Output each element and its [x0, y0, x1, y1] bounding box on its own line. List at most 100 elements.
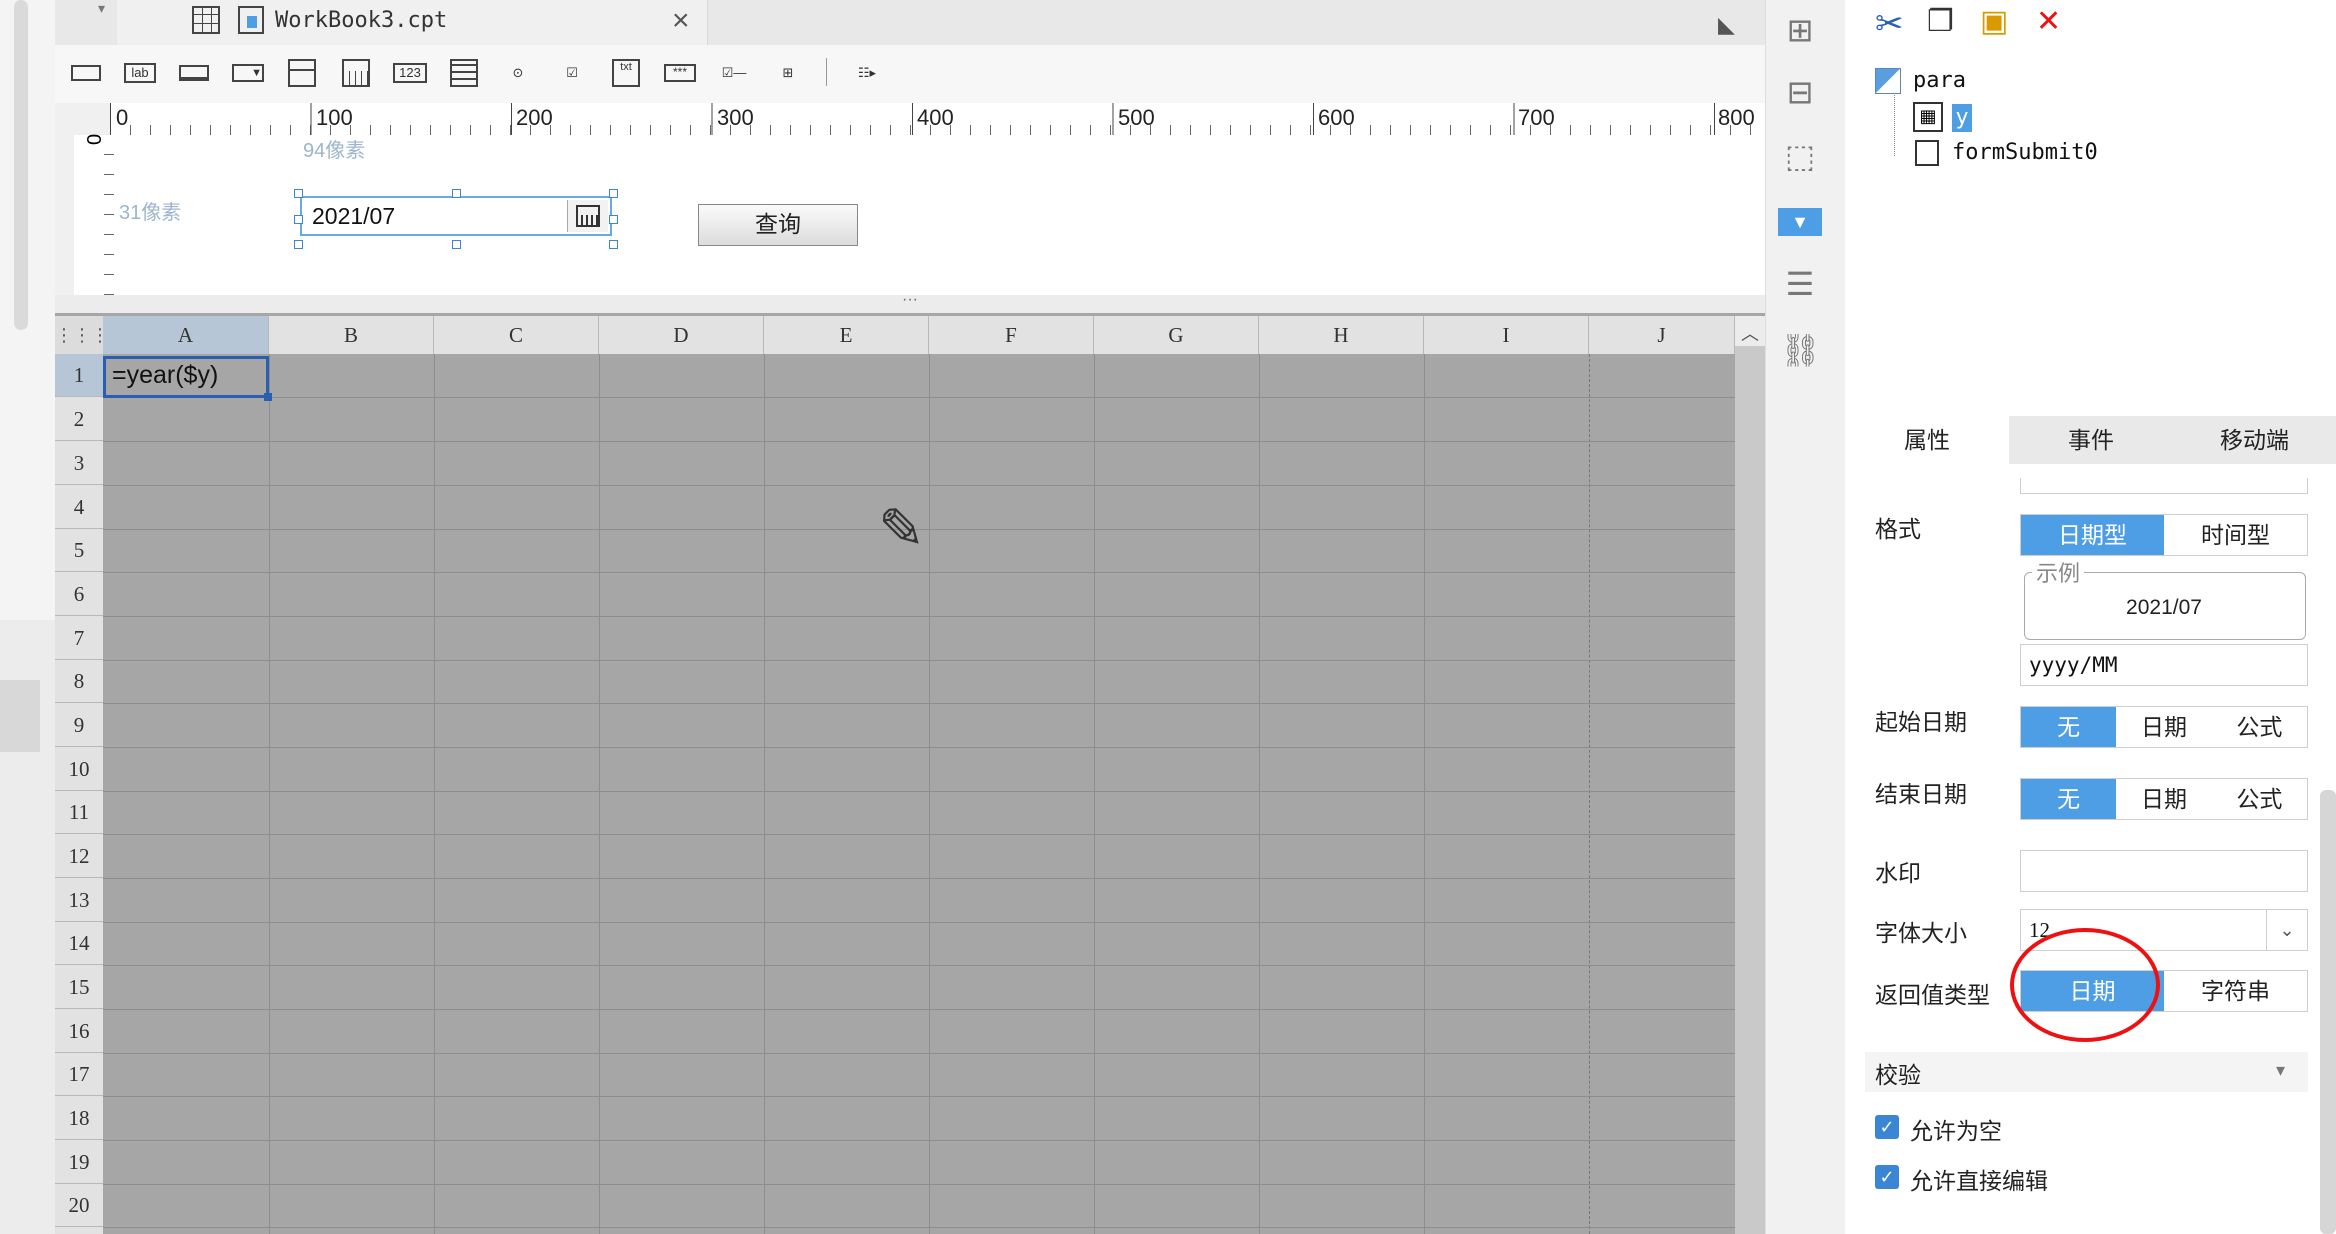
widget-properties-icon[interactable]: ▼ — [1778, 208, 1822, 236]
start-option-date[interactable]: 日期 — [2116, 707, 2211, 747]
chevron-down-icon[interactable]: ⌄ — [2266, 910, 2307, 950]
collapse-icon[interactable]: ▾ — [2276, 1060, 2285, 1081]
delete-icon[interactable]: ✕ — [2036, 4, 2061, 39]
row-header-cell[interactable]: 13 — [55, 878, 103, 922]
tree-node-formsubmit[interactable]: formSubmit0 — [1952, 140, 2098, 165]
widget-settings-icon[interactable]: ⊟ — [1780, 72, 1820, 112]
row-header-cell[interactable]: 18 — [55, 1096, 103, 1140]
link-icon[interactable]: ⛓ — [1780, 330, 1821, 370]
column-header-a[interactable]: A — [103, 316, 269, 354]
number-widget-icon[interactable]: 123 — [392, 58, 428, 88]
panel-scrollbar[interactable] — [2320, 790, 2336, 1234]
collapse-arrow-icon[interactable]: ▾ — [98, 0, 112, 28]
row-header-cell[interactable]: 5 — [55, 529, 103, 572]
pane-splitter[interactable]: ··· — [55, 292, 1765, 313]
text-widget-icon[interactable]: txt — [608, 58, 644, 88]
end-option-date[interactable]: 日期 — [2116, 779, 2211, 819]
button-widget-icon[interactable] — [176, 58, 212, 88]
more-widgets-icon[interactable]: ☷▸ — [842, 58, 892, 88]
row-header-cell[interactable]: 7 — [55, 616, 103, 660]
row-header-cell[interactable]: 20 — [55, 1184, 103, 1227]
resize-handle[interactable] — [294, 240, 303, 249]
column-header-e[interactable]: E — [764, 316, 929, 354]
row-header-cell[interactable]: 9 — [55, 703, 103, 747]
row-header-cell[interactable]: 8 — [55, 660, 103, 703]
row-header-cell[interactable]: 17 — [55, 1053, 103, 1096]
frame-icon[interactable]: ⬚ — [1780, 136, 1820, 176]
grid-icon[interactable] — [192, 6, 220, 34]
tree-widget-icon[interactable]: ⊞ — [770, 58, 806, 88]
select-all-corner[interactable]: ⋮⋮⋮ — [55, 316, 109, 354]
resize-handle[interactable] — [609, 189, 618, 198]
start-option-none[interactable]: 无 — [2021, 707, 2117, 747]
end-option-none[interactable]: 无 — [2021, 779, 2117, 819]
tab-properties[interactable]: 属性 — [1845, 416, 2009, 464]
layout-icon[interactable]: ⊞ — [1780, 10, 1820, 50]
start-option-formula[interactable]: 公式 — [2212, 707, 2307, 747]
tree-node-y[interactable]: y — [1952, 104, 1972, 132]
scroll-up-icon[interactable]: ︿ — [1741, 320, 1759, 346]
resize-handle[interactable] — [609, 215, 618, 224]
left-scrollbar[interactable] — [14, 0, 28, 330]
allow-empty-checkbox[interactable]: ✓ — [1875, 1115, 1899, 1139]
resize-handle[interactable] — [452, 189, 461, 198]
tab-menu-icon[interactable]: ◣ — [1718, 12, 1735, 38]
grid-vertical-scrollbar[interactable]: ︿ — [1735, 316, 1765, 1234]
checkbox-widget-icon[interactable]: ☑— — [716, 58, 752, 88]
end-option-formula[interactable]: 公式 — [2212, 779, 2307, 819]
combobox-widget-icon[interactable] — [284, 58, 320, 88]
date-widget-icon[interactable] — [338, 58, 374, 88]
column-header-h[interactable]: H — [1259, 316, 1424, 354]
tree-node-para[interactable]: para — [1913, 68, 1966, 93]
dropdown-widget-icon[interactable]: ▼ — [230, 58, 266, 88]
row-header-cell[interactable]: 19 — [55, 1140, 103, 1184]
resize-handle[interactable] — [609, 240, 618, 249]
row-header-cell[interactable]: 16 — [55, 1009, 103, 1053]
row-header-cell[interactable]: 14 — [55, 922, 103, 965]
column-header-g[interactable]: G — [1094, 316, 1259, 354]
list-icon[interactable]: ☰ — [1780, 264, 1820, 304]
cell-a1[interactable]: =year($y) — [103, 356, 272, 401]
end-date-toggle[interactable]: 无 日期 公式 — [2020, 778, 2308, 820]
format-pattern-input[interactable]: yyyy/MM — [2020, 644, 2308, 686]
row-header-cell[interactable]: 11 — [55, 791, 103, 834]
row-header-cell[interactable]: 2 — [55, 397, 103, 441]
row-header-cell[interactable]: 6 — [55, 572, 103, 616]
tab-mobile[interactable]: 移动端 — [2173, 416, 2336, 464]
validation-section-header[interactable] — [1865, 1052, 2308, 1092]
resize-handle[interactable] — [294, 215, 303, 224]
copy-icon[interactable]: ❐ — [1927, 4, 1954, 39]
return-option-string[interactable]: 字符串 — [2164, 971, 2307, 1011]
column-header-i[interactable]: I — [1424, 316, 1589, 354]
date-picker-widget[interactable]: 2021/07 — [300, 196, 612, 236]
column-header-j[interactable]: J — [1589, 316, 1735, 354]
label-widget-icon[interactable]: lab — [122, 58, 158, 88]
password-widget-icon[interactable]: *** — [662, 58, 698, 88]
row-header-cell[interactable]: 10 — [55, 747, 103, 791]
allow-direct-edit-checkbox[interactable]: ✓ — [1875, 1165, 1899, 1189]
row-header-cell[interactable]: 3 — [55, 441, 103, 485]
query-button[interactable]: 查询 — [698, 204, 858, 246]
calendar-icon[interactable] — [567, 200, 608, 232]
row-header-cell[interactable]: 1 — [55, 354, 103, 397]
column-header-b[interactable]: B — [269, 316, 434, 354]
format-option-time[interactable]: 时间型 — [2164, 515, 2307, 555]
radio-group-icon[interactable]: ⊙ — [500, 58, 536, 88]
column-header-c[interactable]: C — [434, 316, 599, 354]
cut-icon[interactable]: ✂ — [1875, 4, 1904, 44]
row-header-cell[interactable]: 4 — [55, 485, 103, 529]
textbox-widget-icon[interactable] — [68, 58, 104, 88]
textarea-widget-icon[interactable] — [446, 58, 482, 88]
column-header-d[interactable]: D — [599, 316, 764, 354]
row-header-cell[interactable]: 12 — [55, 834, 103, 878]
resize-handle[interactable] — [294, 189, 303, 198]
tab-close-icon[interactable]: × — [672, 4, 690, 38]
column-header-f[interactable]: F — [929, 316, 1094, 354]
checkbox-group-icon[interactable]: ☑ — [554, 58, 590, 88]
format-toggle[interactable]: 日期型 时间型 — [2020, 514, 2308, 556]
watermark-input[interactable] — [2020, 850, 2308, 892]
start-date-toggle[interactable]: 无 日期 公式 — [2020, 706, 2308, 748]
tab-events[interactable]: 事件 — [2009, 416, 2173, 464]
paste-icon[interactable]: ▣ — [1980, 4, 2008, 39]
resize-handle[interactable] — [452, 240, 461, 249]
